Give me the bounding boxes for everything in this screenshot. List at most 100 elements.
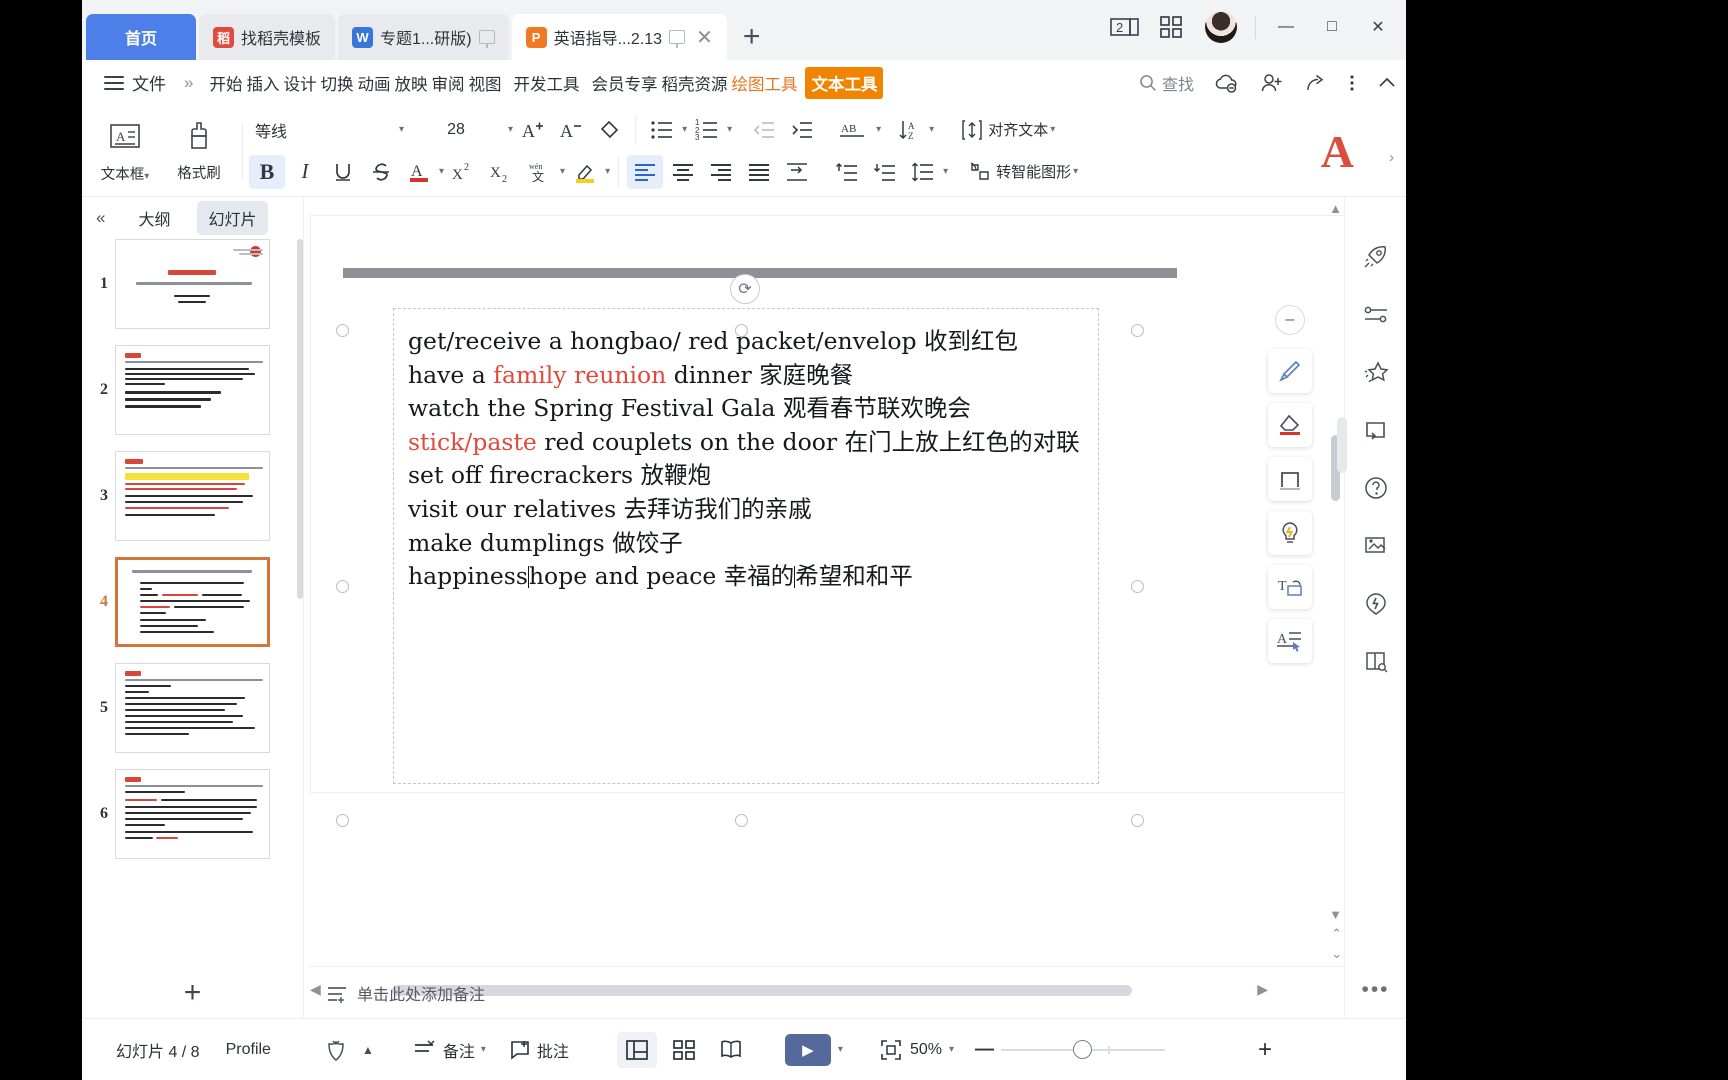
- rail-more-icon[interactable]: •••: [1345, 978, 1406, 1002]
- align-text-chevron-down-icon[interactable]: ▾: [1050, 124, 1055, 135]
- collapse-tools-icon[interactable]: –: [1275, 305, 1305, 335]
- menu-item-docer-resource[interactable]: 稻壳资源: [659, 68, 729, 98]
- new-tab-button[interactable]: +: [727, 20, 777, 60]
- collapse-panel-icon[interactable]: «: [90, 208, 111, 228]
- start-slideshow-button[interactable]: ▶: [784, 1033, 831, 1066]
- tab-docer-template[interactable]: 稻 找稻壳模板: [199, 14, 336, 60]
- superscript-button[interactable]: X2: [446, 155, 482, 189]
- zoom-in-button[interactable]: +: [1258, 1036, 1272, 1064]
- slide-title-bar-shape[interactable]: [343, 268, 1177, 278]
- align-text-icon[interactable]: [958, 113, 986, 147]
- font-color-chevron-down-icon[interactable]: ▾: [439, 166, 444, 177]
- list-item[interactable]: 6: [90, 769, 303, 859]
- slideshow-chevron-down-icon[interactable]: ▾: [838, 1044, 843, 1055]
- sort-chevron-down-icon[interactable]: ▾: [929, 124, 934, 135]
- rotate-handle[interactable]: ⟳: [730, 274, 760, 304]
- font-size-chevron-down-icon[interactable]: ▾: [508, 124, 513, 135]
- smart-idea-button[interactable]: [1268, 511, 1312, 555]
- notes-chevron-down-icon[interactable]: ▾: [481, 1044, 486, 1055]
- tab-presentation-doc[interactable]: P 英语指导...2.13 ✕: [511, 14, 727, 60]
- more-options-icon[interactable]: [1348, 72, 1356, 94]
- font-name-input[interactable]: 等线: [249, 115, 397, 145]
- add-slide-button[interactable]: +: [82, 976, 303, 1010]
- collapse-ribbon-icon[interactable]: [1376, 72, 1398, 94]
- increase-line-spacing-button[interactable]: [829, 155, 865, 189]
- numbered-chevron-down-icon[interactable]: ▾: [727, 124, 732, 135]
- font-size-input[interactable]: 28: [406, 115, 506, 145]
- close-tab-icon[interactable]: ✕: [696, 25, 713, 50]
- menu-item-transition[interactable]: 切换: [318, 68, 355, 98]
- zoom-out-button[interactable]: —: [975, 1039, 994, 1061]
- menu-item-view[interactable]: 视图: [466, 68, 503, 98]
- share-icon[interactable]: [1304, 72, 1328, 94]
- find-button[interactable]: 查找: [1139, 71, 1194, 95]
- slide-thumbnail[interactable]: [115, 345, 270, 435]
- maximize-button[interactable]: □: [1310, 8, 1354, 46]
- current-slide[interactable]: ⟳ get/receive a hongbao/ red packet/enve…: [310, 215, 1344, 827]
- smartart-icon[interactable]: [966, 155, 994, 189]
- zoom-slider-knob[interactable]: [1073, 1039, 1092, 1059]
- slide-textbox[interactable]: get/receive a hongbao/ red packet/envelo…: [393, 308, 1099, 784]
- next-slide-icon[interactable]: ⌄: [1331, 946, 1342, 962]
- image-tools-button[interactable]: [1345, 517, 1406, 575]
- list-item[interactable]: 4: [90, 557, 303, 647]
- format-painter-tool[interactable]: 格式刷: [162, 118, 236, 183]
- avatar[interactable]: [1205, 11, 1237, 43]
- align-left-button[interactable]: [627, 154, 664, 189]
- pinyin-guide-button[interactable]: wén 文: [522, 155, 558, 189]
- line-spacing-chevron-down-icon[interactable]: ▾: [943, 166, 948, 177]
- text-direction-button[interactable]: AB: [832, 113, 874, 147]
- normal-view-button[interactable]: [616, 1031, 657, 1068]
- menu-item-start[interactable]: 开始: [207, 68, 244, 98]
- zoom-chevron-down-icon[interactable]: ▾: [949, 1044, 954, 1055]
- help-button[interactable]: [1345, 459, 1406, 517]
- shape-tool-button[interactable]: [1268, 457, 1312, 501]
- thumbnail-list[interactable]: 1 2 3 4 5 6: [82, 239, 303, 966]
- slide-thumbnail[interactable]: [115, 769, 270, 859]
- scroll-down-icon[interactable]: ▼: [1329, 907, 1342, 922]
- distribute-button[interactable]: [779, 155, 815, 189]
- align-center-button[interactable]: [665, 155, 701, 189]
- menu-overflow-icon[interactable]: »: [184, 73, 193, 93]
- line-spacing-button[interactable]: [905, 155, 941, 189]
- font-name-chevron-down-icon[interactable]: ▾: [399, 124, 404, 135]
- reading-tools-button[interactable]: [1345, 633, 1406, 691]
- settings-sliders-button[interactable]: [1345, 285, 1406, 343]
- textbox-tool[interactable]: A 文本框▾: [88, 117, 162, 184]
- list-item[interactable]: 5: [90, 663, 303, 753]
- close-window-button[interactable]: ✕: [1356, 8, 1400, 46]
- clear-formatting-button[interactable]: [591, 113, 627, 147]
- menu-item-review[interactable]: 审阅: [429, 68, 466, 98]
- subscript-button[interactable]: X2: [484, 155, 520, 189]
- slide-thumbnail[interactable]: [115, 451, 270, 541]
- pen-collection-button[interactable]: [317, 1032, 355, 1068]
- panel-resize-handle[interactable]: [1337, 417, 1347, 473]
- text-select-tool-button[interactable]: A: [1268, 619, 1312, 663]
- smartart-label[interactable]: 转智能图形: [996, 161, 1071, 182]
- decrease-line-spacing-button[interactable]: [867, 155, 903, 189]
- increase-indent-button[interactable]: [784, 113, 820, 147]
- reading-view-button[interactable]: [711, 1032, 751, 1068]
- decrease-font-size-button[interactable]: A: [553, 113, 589, 147]
- justify-button[interactable]: [741, 155, 777, 189]
- list-item[interactable]: 3: [90, 451, 303, 541]
- cloud-sync-icon[interactable]: [1214, 72, 1240, 94]
- tab-count-icon[interactable]: 2: [1103, 8, 1147, 46]
- menu-item-animation[interactable]: 动画: [355, 68, 392, 98]
- align-right-button[interactable]: [703, 155, 739, 189]
- menu-item-developer[interactable]: 开发工具: [511, 68, 581, 98]
- slide-thumbnail[interactable]: [115, 663, 270, 753]
- highlight-button[interactable]: [567, 155, 603, 189]
- slide-text-content[interactable]: get/receive a hongbao/ red packet/envelo…: [408, 325, 1108, 594]
- effects-star-button[interactable]: [1345, 343, 1406, 401]
- align-text-label[interactable]: 对齐文本: [988, 119, 1048, 140]
- notes-pane[interactable]: 单击此处添加备注: [310, 966, 1344, 1018]
- list-item[interactable]: 1: [90, 239, 303, 329]
- slide-sorter-view-button[interactable]: [664, 1032, 704, 1068]
- menu-item-design[interactable]: 设计: [281, 68, 318, 98]
- numbered-list-button[interactable]: 123: [689, 113, 725, 147]
- hamburger-menu-icon[interactable]: [104, 72, 124, 94]
- tab-home[interactable]: 首页: [86, 14, 196, 60]
- pinyin-chevron-down-icon[interactable]: ▾: [560, 166, 565, 177]
- text-to-shape-button[interactable]: T: [1268, 565, 1312, 609]
